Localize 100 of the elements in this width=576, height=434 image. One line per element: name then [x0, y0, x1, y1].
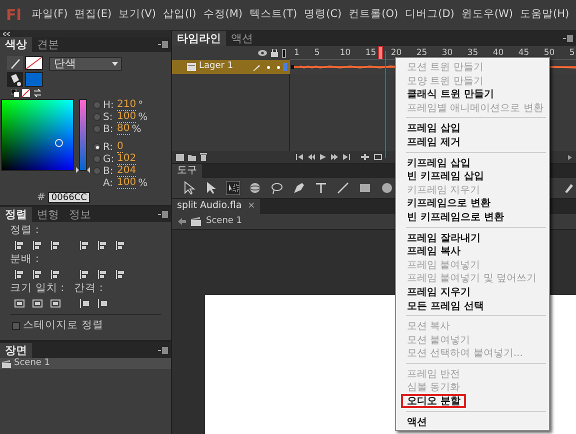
distribute-icon[interactable]	[79, 268, 90, 280]
context-menu-item[interactable]: 빈 키프레임으로 변환	[401, 210, 544, 224]
scene-list-item[interactable]: Scene 1	[0, 358, 171, 369]
context-menu-item[interactable]: 모든 프레임 선택	[401, 298, 544, 312]
menu-item[interactable]: 편집(E)	[71, 7, 116, 23]
fill-type-dropdown[interactable]: 단색	[49, 57, 122, 71]
value-field[interactable]: 100	[117, 112, 136, 122]
radio-button[interactable]	[93, 167, 101, 175]
menu-item[interactable]: 디버그(D)	[402, 7, 458, 23]
document-tab[interactable]: split Audio.fla ×	[172, 199, 260, 214]
match-size-icon[interactable]	[14, 298, 25, 308]
match-size-icon[interactable]	[50, 298, 61, 308]
context-menu-item[interactable]: 클래식 트윈 만들기	[401, 87, 544, 101]
rectangle-tool-icon[interactable]	[358, 181, 372, 195]
step-forward-icon[interactable]	[331, 154, 338, 160]
no-color-icon[interactable]	[22, 89, 30, 97]
menu-item[interactable]: 명령(C)	[300, 7, 346, 23]
context-menu-item[interactable]: 프레임 지우기	[401, 284, 544, 298]
align-icon[interactable]	[14, 240, 25, 250]
swap-colors-icon[interactable]	[33, 89, 42, 97]
context-menu-item[interactable]: 프레임 삽입	[401, 121, 544, 135]
color-marker[interactable]	[54, 138, 63, 147]
context-menu-item[interactable]: 프레임 잘라내기	[401, 230, 544, 244]
hex-field[interactable]: 0066CC	[48, 192, 90, 203]
menu-item[interactable]: 보기(V)	[115, 7, 160, 23]
menu-item[interactable]: 수정(M)	[200, 7, 246, 23]
menu-item[interactable]: 파일(F)	[28, 7, 72, 23]
align-icon[interactable]	[115, 240, 126, 250]
value-field[interactable]: 0	[117, 142, 124, 152]
line-tool-icon[interactable]	[336, 181, 350, 195]
text-tool-icon[interactable]	[314, 181, 328, 195]
value-field[interactable]: 80	[117, 124, 130, 134]
context-menu-item[interactable]: 키프레임 삽입	[401, 156, 544, 170]
panel-tab[interactable]: 색상	[0, 37, 32, 52]
menu-item[interactable]: 윈도우(W)	[458, 7, 516, 23]
oval-tool-icon[interactable]	[380, 181, 394, 195]
align-icon[interactable]	[97, 240, 108, 250]
pencil-icon[interactable]	[7, 56, 23, 70]
slider-thumb[interactable]	[76, 167, 90, 173]
match-size-icon[interactable]	[32, 298, 43, 308]
close-button[interactable]: ×	[248, 200, 256, 214]
radio-button[interactable]	[93, 143, 101, 151]
trash-icon[interactable]	[200, 153, 207, 161]
context-menu-item[interactable]: 오디오 분할	[401, 394, 466, 408]
menu-item[interactable]: 도움말(H)	[516, 7, 573, 23]
distribute-icon[interactable]	[115, 268, 126, 280]
radio-button[interactable]	[93, 125, 101, 133]
panel-tab[interactable]: 정보	[64, 207, 96, 222]
panel-menu-icon[interactable]	[158, 211, 168, 218]
panel-menu-icon[interactable]	[563, 35, 573, 42]
radio-button[interactable]	[93, 155, 101, 163]
pen-tool-icon[interactable]	[292, 181, 306, 195]
scroll-right-icon[interactable]	[568, 154, 572, 160]
outline-icon[interactable]	[282, 48, 286, 58]
selection-tool-icon[interactable]	[182, 181, 196, 195]
color-slider[interactable]	[79, 99, 87, 171]
spacing-icon[interactable]	[97, 298, 108, 308]
menu-item[interactable]: 컨트롤(O)	[345, 7, 402, 23]
panel-tab[interactable]: 장면	[0, 343, 32, 358]
radio-button[interactable]	[93, 101, 101, 109]
loop-icon[interactable]	[374, 154, 382, 160]
context-menu-item[interactable]: 키프레임으로 변환	[401, 196, 544, 210]
value-field[interactable]: 204	[117, 166, 136, 176]
globe-tool-icon[interactable]	[248, 181, 262, 195]
step-back-icon[interactable]	[308, 154, 315, 160]
subselection-tool-icon[interactable]	[204, 181, 218, 195]
distribute-icon[interactable]	[97, 268, 108, 280]
default-colors-icon[interactable]	[11, 89, 19, 97]
value-field[interactable]: 102	[117, 154, 136, 164]
panel-tab[interactable]: 변형	[32, 207, 64, 222]
back-arrow-icon[interactable]	[178, 218, 186, 225]
new-layer-icon[interactable]	[176, 154, 184, 160]
distribute-icon[interactable]	[32, 268, 43, 280]
checkbox[interactable]	[12, 322, 20, 330]
context-menu-item[interactable]: 프레임 제거	[401, 134, 544, 149]
free-transform-tool-icon[interactable]	[226, 181, 240, 195]
play-icon[interactable]	[320, 154, 326, 160]
panel-tab[interactable]: 견본	[32, 37, 64, 52]
layer-row[interactable]: Lager 1	[172, 60, 290, 74]
folder-icon[interactable]	[188, 154, 196, 160]
value-field[interactable]: 100	[117, 178, 136, 188]
menu-item[interactable]: 텍스트(T)	[246, 7, 301, 23]
value-field[interactable]: 210	[117, 100, 136, 110]
align-icon[interactable]	[79, 240, 90, 250]
context-menu-item[interactable]: 빈 키프레임 삽입	[401, 169, 544, 183]
spacing-icon[interactable]	[79, 298, 90, 308]
lock-icon[interactable]	[271, 49, 278, 57]
paint-bucket-icon[interactable]	[7, 72, 23, 87]
panel-menu-icon[interactable]	[158, 41, 168, 48]
playhead-marker[interactable]	[378, 46, 383, 59]
panel-tab[interactable]: 타임라인	[172, 31, 226, 46]
panel-menu-icon[interactable]	[158, 347, 168, 354]
distribute-icon[interactable]	[50, 268, 61, 280]
color-picker-field[interactable]	[1, 99, 74, 171]
align-icon[interactable]	[50, 240, 61, 250]
menu-item[interactable]: 삽입(I)	[159, 7, 200, 23]
eye-icon[interactable]	[258, 50, 267, 56]
center-frame-icon[interactable]	[361, 154, 369, 160]
context-menu-item[interactable]: 프레임 복사	[401, 244, 544, 258]
align-icon[interactable]	[32, 240, 43, 250]
